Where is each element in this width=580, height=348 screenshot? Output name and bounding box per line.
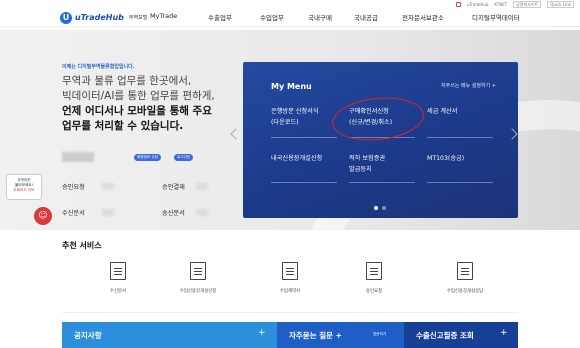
nav-domestic-supply[interactable]: 국내공급 <box>354 12 402 22</box>
carousel-dots <box>374 206 386 210</box>
export-cert-bar[interactable]: 수출신고필증 조회 + <box>404 322 518 348</box>
nav-export[interactable]: 수출업무 <box>208 12 260 22</box>
user-info: 회원정보 수정 로그아웃 <box>62 152 212 164</box>
nav-domestic-purchase[interactable]: 국내구매 <box>308 12 354 22</box>
recommended-label: 수신문서 <box>109 289 127 294</box>
approval-request-count <box>102 183 114 190</box>
chatbot-avatar-icon[interactable]: ☺ <box>34 207 52 225</box>
menu-item-cargo-insurance[interactable]: 적하 보험증권 발급등지 <box>349 153 385 175</box>
received-docs-count <box>102 209 114 216</box>
document-icon <box>457 262 473 280</box>
menu-item-sub: (다운로드) <box>271 119 299 126</box>
chatbot-badge[interactable]: 무엇이든 물어보세요! 트레이드 티브 <box>6 174 42 200</box>
main-nav: MyTrade 수출업무 수입업무 국내구매 국내공급 전자문서보관소 디지털무… <box>150 12 520 22</box>
nav-edoc-archive[interactable]: 전자문서보관소 <box>402 12 472 22</box>
utility-link-utradehub[interactable]: uTradeHub <box>467 2 489 7</box>
recommended-label: 수입계약서 <box>279 289 301 294</box>
menu-item-label: 적하 보험증권 <box>349 155 386 162</box>
recommended-item[interactable]: 수입신용장개설신청 <box>158 262 238 294</box>
export-cert-more-icon[interactable]: + <box>500 328 508 338</box>
divider <box>427 182 493 183</box>
utility-bar: uTradeHub KTNET 공정위사이트 Quick Link <box>455 0 574 9</box>
menu-item-local-lc[interactable]: 내국신용장개설신청 <box>271 153 322 164</box>
menu-item-tax-invoice[interactable]: 세금 계산서 <box>427 106 457 117</box>
export-cert-title: 수출신고필증 조회 <box>416 331 474 340</box>
divider <box>271 137 337 138</box>
site-logo[interactable]: U uTradeHub 무역포털 <box>60 11 147 24</box>
hero-line-4: 업무를 처리할 수 있습니다. <box>62 120 184 132</box>
sent-docs-count <box>196 209 208 216</box>
recommended-label: 승인요청 <box>365 289 383 294</box>
nav-import[interactable]: 수입업무 <box>260 12 308 22</box>
nav-digital-trade-data[interactable]: 디지털무역데이터 <box>472 12 520 22</box>
carousel-dot[interactable] <box>382 206 386 210</box>
nav-mytrade[interactable]: MyTrade <box>150 12 208 22</box>
divider <box>349 182 415 183</box>
menu-item-label: 내국신용장개설신청 <box>271 155 323 162</box>
notice-more-icon[interactable]: + <box>258 328 266 338</box>
hero-headline: 무역과 물류 업무를 한곳에서, 빅데이터/AI를 통한 업무를 편하게, 언제… <box>62 74 215 134</box>
approval-decision-link[interactable]: 승인결재 <box>162 182 185 191</box>
hero-tagline: 이제는 디지털무역물류협업입니다. <box>62 64 135 70</box>
my-menu-panel: My Menu 자주쓰는 메뉴 설정하기 + 은행방문 신청서식 (다운로드) … <box>243 62 518 218</box>
received-docs-link[interactable]: 수신문서 <box>62 208 85 217</box>
document-icon <box>110 262 126 280</box>
document-icon <box>366 262 382 280</box>
approval-request-link[interactable]: 승인요청 <box>62 182 85 191</box>
sent-docs-link[interactable]: 송신문서 <box>162 208 185 217</box>
menu-item-label: 세금 계산서 <box>427 108 458 115</box>
divider <box>271 182 337 183</box>
menu-item-mt103[interactable]: MT103(송금) <box>427 153 464 164</box>
logo-icon: U <box>60 11 72 24</box>
recommended-item[interactable]: 승인요청 <box>334 262 414 294</box>
chatbot-badge-line-3: 트레이드 티브 <box>13 188 35 192</box>
approval-decision-count <box>196 183 208 190</box>
menu-item-sub: 발급등지 <box>349 166 372 173</box>
faq-ask-link[interactable]: 접문하기 <box>373 332 386 337</box>
divider <box>427 137 493 138</box>
utility-select-sites[interactable]: 공정위사이트 <box>513 1 542 8</box>
faq-bar[interactable]: 자주묻는 질문 + 접문하기 <box>277 322 404 348</box>
recommended-label: 수입신용장개설신청 <box>179 289 217 294</box>
notice-title: 공지사항 <box>74 331 102 340</box>
faq-title: 자주묻는 질문 + <box>289 331 342 340</box>
recommended-item[interactable]: 수신문서 <box>78 262 158 294</box>
recommended-label: 수입신용장개설응답 <box>446 289 484 294</box>
logo-sub: 무역포털 <box>128 15 148 21</box>
quick-row: 수신문서 송신문서 <box>62 208 212 220</box>
hero-line-1: 무역과 물류 업무를 한곳에서, <box>62 75 192 87</box>
document-icon <box>282 262 298 280</box>
quick-row: 승인요청 승인결재 <box>62 182 212 194</box>
hero-line-2: 빅데이터/AI를 통한 업무를 편하게, <box>62 90 215 102</box>
recommended-item[interactable]: 수입계약서 <box>250 262 330 294</box>
utility-link-ktnet[interactable]: KTNET <box>494 2 507 7</box>
home-icon[interactable] <box>455 2 461 7</box>
edit-profile-button[interactable]: 회원정보 수정 <box>134 154 161 161</box>
my-menu-edit-link[interactable]: 자주쓰는 메뉴 설정하기 + <box>441 82 496 89</box>
recommended-item[interactable]: 수입신용장개설응답 <box>425 262 505 294</box>
logout-button[interactable]: 로그아웃 <box>174 154 194 161</box>
notice-bar[interactable]: 공지사항 + <box>62 322 277 348</box>
divider <box>62 312 518 313</box>
carousel-dot[interactable] <box>374 206 378 210</box>
logo-name: uTradeHub <box>75 13 124 22</box>
document-icon <box>190 262 206 280</box>
user-name-redacted <box>62 152 94 162</box>
menu-item-label: 은행방문 신청서식 <box>271 108 319 115</box>
menu-item-bank-visit[interactable]: 은행방문 신청서식 (다운로드) <box>271 106 319 128</box>
quick-link-select[interactable]: Quick Link <box>547 1 574 8</box>
my-menu-title: My Menu <box>271 82 312 91</box>
header: U uTradeHub 무역포털 MyTrade 수출업무 수입업무 국내구매 … <box>0 9 580 27</box>
hero-line-3: 언제 어디서나 모바일을 통해 주요 <box>62 105 212 117</box>
recommended-title: 추천 서비스 <box>62 241 102 250</box>
menu-item-label: MT103(송금) <box>427 155 465 162</box>
